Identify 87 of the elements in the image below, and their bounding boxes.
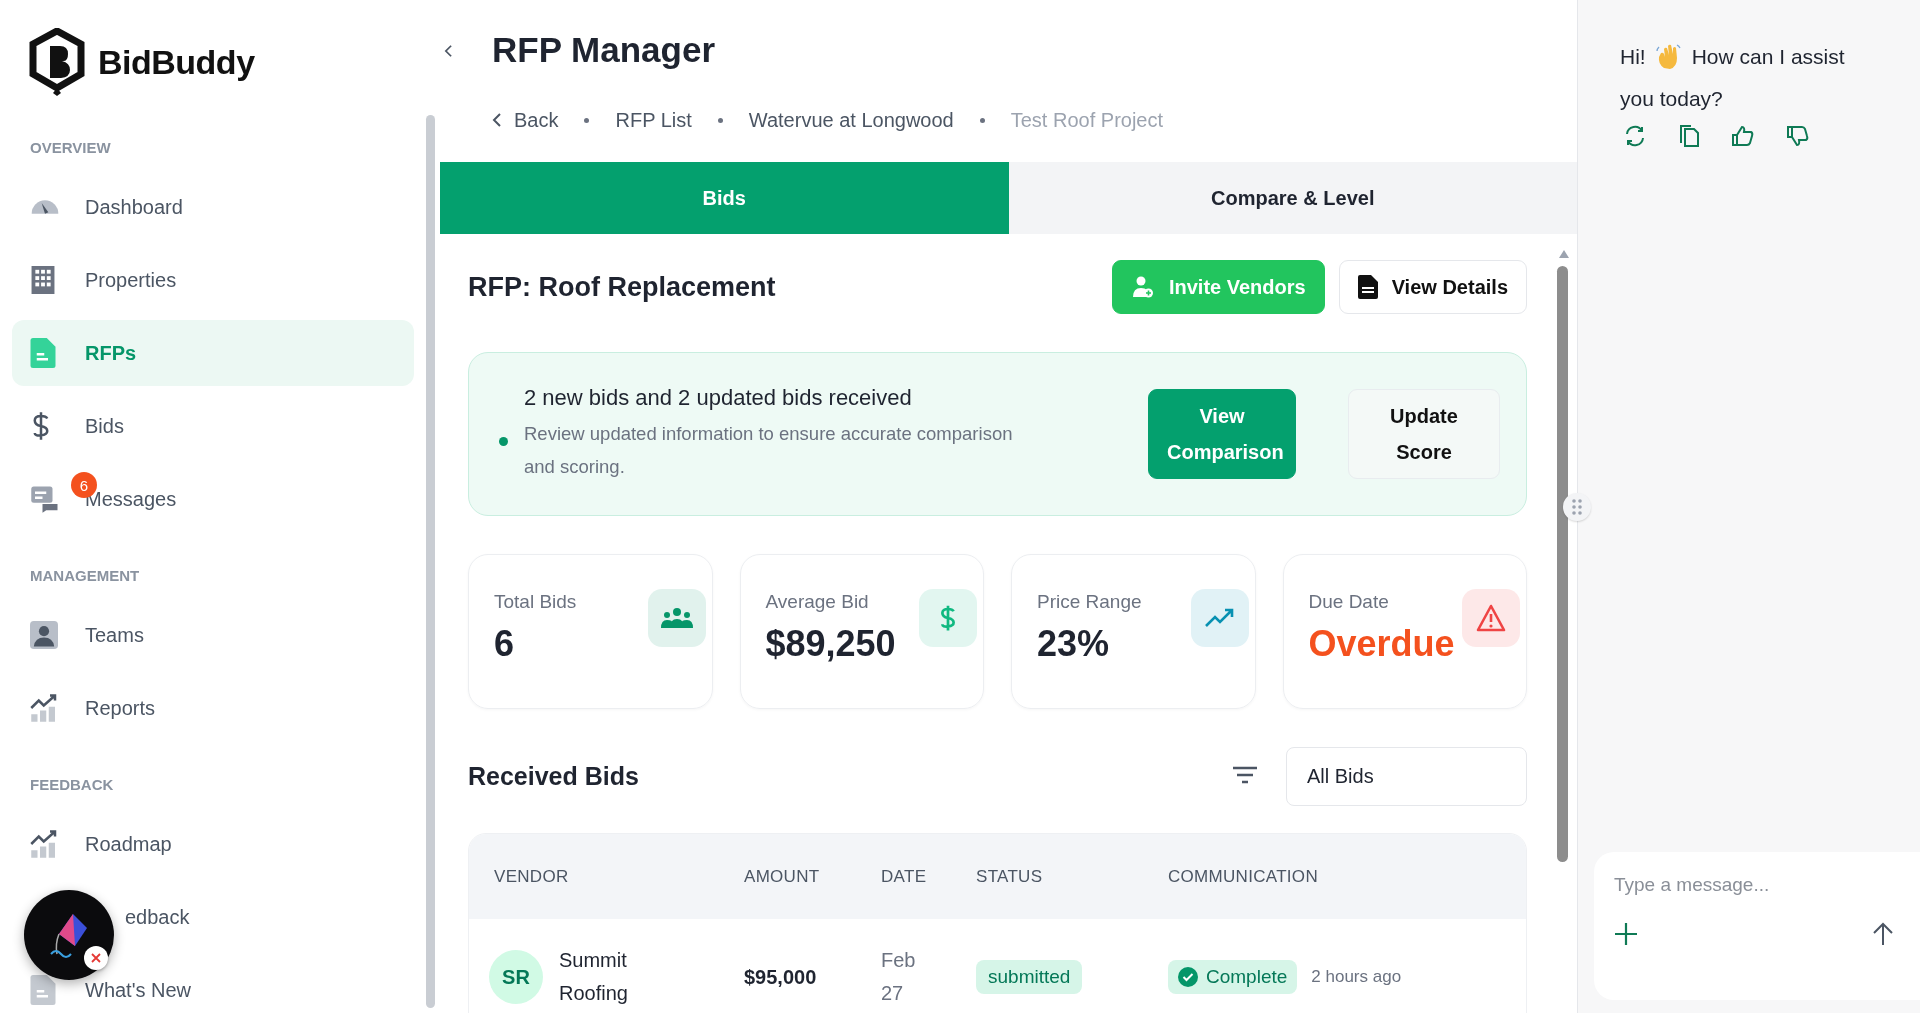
- stat-value: 6: [494, 621, 516, 666]
- person-add-icon: [1130, 275, 1155, 299]
- message-action-button[interactable]: [1786, 124, 1810, 148]
- update-score-button[interactable]: Update Score: [1348, 389, 1500, 479]
- vendor-name: Summit Roofing: [559, 948, 629, 1006]
- attach-button[interactable]: [1614, 922, 1638, 946]
- warning-icon: [1476, 603, 1506, 632]
- send-button[interactable]: [1872, 922, 1894, 946]
- sidebar-item[interactable]: What's New: [12, 957, 414, 1013]
- bid-date: Feb 27: [881, 948, 917, 1006]
- status-dot: [499, 436, 508, 446]
- plus-icon: [1614, 922, 1638, 946]
- column-header: DATE: [881, 866, 928, 887]
- column-header: AMOUNT: [744, 866, 821, 887]
- stat-value: $89,250: [765, 621, 897, 666]
- status-badge: submitted: [976, 960, 1083, 994]
- separator-dot: [979, 117, 985, 123]
- message-action-button[interactable]: [1678, 124, 1700, 148]
- filter-icon: [1232, 764, 1258, 785]
- tab[interactable]: Compare & Level: [1008, 162, 1577, 234]
- trend-up-icon: [1204, 607, 1235, 628]
- building-icon: [30, 266, 56, 294]
- document-icon: [30, 975, 56, 1005]
- section-label: FEEDBACK: [29, 775, 115, 795]
- person-icon: [30, 621, 58, 649]
- waving-hand-icon: [1655, 44, 1682, 70]
- separator-dot: [717, 117, 723, 123]
- message-input[interactable]: Type a message...: [1614, 874, 1894, 896]
- sidebar-item[interactable]: Teams: [12, 602, 414, 668]
- greeting-text: How can I assist: [1691, 44, 1845, 70]
- column-header: STATUS: [976, 866, 1044, 887]
- back-link[interactable]: Back: [492, 108, 559, 132]
- stat-value: 23%: [1037, 621, 1111, 666]
- chevron-left-icon: [492, 112, 502, 128]
- message-action-button[interactable]: [1731, 124, 1755, 148]
- logo-icon: [28, 28, 86, 96]
- document-icon: [30, 338, 56, 368]
- arrow-up-icon: [1872, 922, 1894, 946]
- rfp-title: RFP: Roof Replacement: [468, 271, 777, 303]
- thumbs-up-icon: [1731, 124, 1755, 148]
- close-icon: [90, 952, 102, 964]
- sidebar-item[interactable]: Properties: [12, 247, 414, 313]
- gauge-icon: [30, 199, 60, 215]
- breadcrumb-link[interactable]: Watervue at Longwood: [748, 108, 954, 132]
- separator-dot: [584, 117, 590, 123]
- copy-icon: [1678, 124, 1700, 148]
- page-title: RFP Manager: [492, 29, 716, 71]
- sidebar-item[interactable]: Roadmap: [12, 811, 414, 877]
- greeting-text: you today?: [1620, 87, 1723, 110]
- message-action-button[interactable]: [1623, 124, 1647, 148]
- sidebar-item[interactable]: Bids: [12, 393, 414, 459]
- sidebar-item[interactable]: edback: [12, 884, 414, 950]
- greeting-text: Hi!: [1620, 44, 1646, 70]
- bid-amount: $95,000: [744, 965, 817, 989]
- notice-title: 2 new bids and 2 updated bids received: [524, 385, 913, 411]
- chat-icon: [30, 484, 60, 514]
- section-label: MANAGEMENT: [29, 566, 141, 586]
- document-icon: [1357, 275, 1378, 299]
- chevron-left-icon: [443, 44, 453, 58]
- assistant-button[interactable]: [24, 890, 114, 980]
- check-circle-icon: [1178, 967, 1198, 987]
- sidebar-item[interactable]: Reports: [12, 675, 414, 741]
- view-details-button[interactable]: View Details: [1338, 260, 1527, 314]
- stat-label: Total Bids: [494, 589, 578, 614]
- notice-message: Review updated information to ensure accurate comparison and scoring.: [524, 422, 1014, 479]
- breadcrumb-link[interactable]: RFP List: [615, 108, 692, 132]
- scrollbar[interactable]: [425, 115, 435, 1008]
- column-header: VENDOR: [493, 866, 570, 887]
- section-label: OVERVIEW: [29, 138, 112, 158]
- scroll-up-icon: [1559, 250, 1569, 258]
- column-header: COMMUNICATION: [1168, 866, 1319, 887]
- filter-dropdown[interactable]: All Bids: [1286, 747, 1527, 806]
- app-name: BidBuddy: [98, 42, 255, 82]
- thumbs-down-icon: [1786, 124, 1810, 148]
- stat-label: Price Range: [1037, 589, 1143, 614]
- stat-label: Average Bid: [765, 589, 870, 614]
- stat-label: Due Date: [1308, 589, 1390, 614]
- grip-icon: [1572, 499, 1582, 515]
- sidebar-item[interactable]: Dashboard: [12, 174, 414, 240]
- scrollbar[interactable]: [1557, 266, 1568, 862]
- communication-badge: Complete: [1168, 960, 1298, 994]
- last-updated: 2 hours ago: [1311, 967, 1402, 987]
- vendor-avatar: SR: [489, 950, 543, 1004]
- section-title: Received Bids: [468, 762, 640, 791]
- refresh-icon: [1623, 124, 1647, 148]
- stat-value: Overdue: [1308, 621, 1456, 666]
- group-icon: [660, 606, 693, 629]
